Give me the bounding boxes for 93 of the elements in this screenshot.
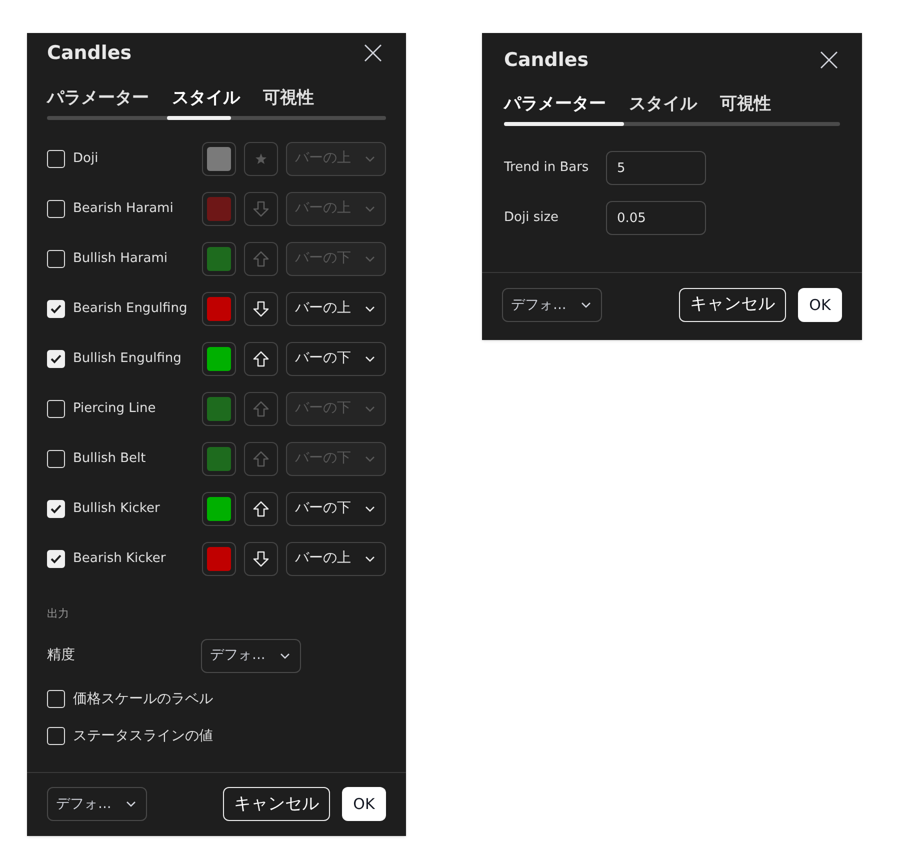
pattern-label: Bullish Kicker: [73, 500, 160, 518]
position-dropdown[interactable]: バーの上: [286, 542, 386, 576]
checkbox[interactable]: [47, 250, 65, 268]
pattern-label: Bearish Kicker: [73, 550, 166, 568]
tab[interactable]: パラメーター: [504, 92, 606, 116]
position-dropdown[interactable]: バーの下: [286, 492, 386, 526]
check-icon: [50, 504, 62, 514]
arrow-down-icon: [252, 200, 270, 218]
pattern-label: Bearish Harami: [73, 200, 174, 218]
checkbox[interactable]: [47, 400, 65, 418]
input-field[interactable]: 5: [606, 151, 706, 185]
color-swatch[interactable]: [202, 242, 236, 276]
marker-button[interactable]: [244, 242, 278, 276]
option-label: ステータスラインの値: [73, 726, 213, 746]
color-swatch[interactable]: [202, 292, 236, 326]
marker-button[interactable]: [244, 292, 278, 326]
color-swatch[interactable]: [202, 492, 236, 526]
chevron-down-icon: [365, 556, 375, 562]
check-icon: [50, 554, 62, 564]
arrow-up-icon: [252, 450, 270, 468]
close-icon[interactable]: [364, 44, 382, 62]
tab[interactable]: パラメーター: [47, 86, 149, 110]
tab[interactable]: 可視性: [263, 86, 314, 110]
checkbox[interactable]: [47, 300, 65, 318]
chevron-down-icon: [365, 206, 375, 212]
pattern-label: Piercing Line: [73, 400, 156, 418]
close-icon[interactable]: [820, 51, 838, 69]
marker-button[interactable]: [244, 442, 278, 476]
cancel-button[interactable]: キャンセル: [223, 787, 330, 822]
ok-button[interactable]: OK: [342, 787, 386, 822]
color-swatch[interactable]: [202, 142, 236, 176]
marker-button[interactable]: [244, 342, 278, 376]
pattern-label: Bullish Harami: [73, 250, 168, 268]
chevron-down-icon: [365, 456, 375, 462]
tab[interactable]: スタイル: [172, 86, 240, 110]
marker-button[interactable]: [244, 492, 278, 526]
position-dropdown[interactable]: バーの上: [286, 292, 386, 326]
checkbox[interactable]: [47, 150, 65, 168]
tab[interactable]: 可視性: [720, 92, 771, 116]
checkbox[interactable]: [47, 200, 65, 218]
arrow-up-icon: [252, 500, 270, 518]
precision-dropdown[interactable]: デフォ...: [201, 638, 301, 673]
template-dropdown[interactable]: デフォ...: [502, 288, 602, 322]
checkbox[interactable]: [47, 500, 65, 518]
chevron-down-icon: [126, 801, 136, 808]
checkbox[interactable]: [47, 550, 65, 568]
chevron-down-icon: [280, 652, 290, 659]
arrow-up-icon: [252, 400, 270, 418]
marker-button[interactable]: [244, 192, 278, 226]
position-dropdown[interactable]: バーの下: [286, 342, 386, 376]
checkbox[interactable]: [47, 690, 65, 708]
chevron-down-icon: [365, 156, 375, 162]
checkbox[interactable]: [47, 350, 65, 368]
option-label: 価格スケールのラベル: [73, 690, 213, 709]
marker-button[interactable]: [244, 392, 278, 426]
check-icon: [50, 304, 62, 314]
field-label: Trend in Bars: [504, 159, 590, 178]
marker-button[interactable]: [244, 542, 278, 576]
arrow-down-icon: [252, 550, 270, 568]
template-dropdown[interactable]: デフォ...: [47, 787, 147, 822]
color-swatch[interactable]: [202, 342, 236, 376]
checkbox[interactable]: [47, 450, 65, 468]
pattern-label: Bullish Belt: [73, 450, 146, 468]
star-icon: [255, 152, 267, 165]
chevron-down-icon: [365, 406, 375, 412]
cancel-button[interactable]: キャンセル: [679, 288, 786, 322]
marker-button[interactable]: [244, 142, 278, 176]
ok-button[interactable]: OK: [798, 288, 842, 322]
color-swatch[interactable]: [202, 192, 236, 226]
pattern-label: Doji: [73, 150, 98, 168]
color-swatch[interactable]: [202, 392, 236, 426]
pattern-label: Bearish Engulfing: [73, 300, 188, 318]
check-icon: [50, 354, 62, 364]
input-field[interactable]: 0.05: [606, 201, 706, 235]
chevron-down-icon: [365, 306, 375, 312]
field-label: Doji size: [504, 209, 560, 228]
dialog-title: Candles: [47, 40, 132, 66]
checkbox[interactable]: [47, 727, 65, 746]
arrow-down-icon: [252, 300, 270, 318]
chevron-down-icon: [365, 356, 375, 362]
dialog-title: Candles: [504, 48, 589, 73]
tab[interactable]: スタイル: [629, 92, 697, 116]
tab-indicator: [167, 116, 231, 120]
color-swatch[interactable]: [202, 442, 236, 476]
chevron-down-icon: [365, 506, 375, 512]
chevron-down-icon: [581, 302, 591, 308]
chevron-down-icon: [365, 256, 375, 262]
pattern-label: Bullish Engulfing: [73, 350, 182, 368]
color-swatch[interactable]: [202, 542, 236, 576]
arrow-up-icon: [252, 350, 270, 368]
precision-label: 精度: [47, 646, 76, 666]
section-heading: 出力: [46, 606, 70, 622]
arrow-up-icon: [252, 250, 270, 268]
